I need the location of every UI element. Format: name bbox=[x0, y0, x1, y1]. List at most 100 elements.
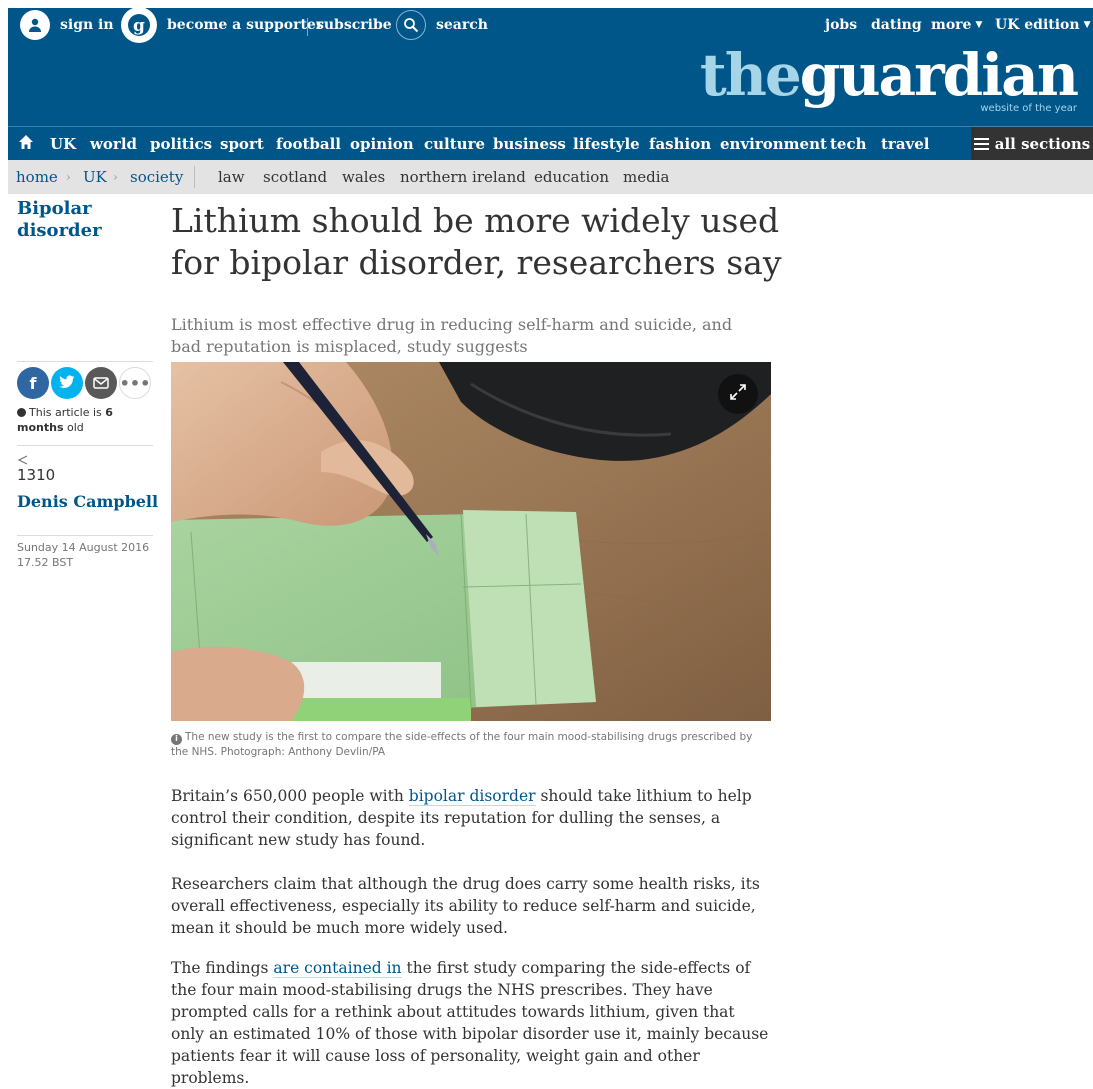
all-sections-label: all sections bbox=[994, 135, 1091, 153]
publication-date: Sunday 14 August 2016 17.52 BST bbox=[17, 540, 157, 570]
body-paragraph: Researchers claim that although the drug… bbox=[171, 873, 771, 939]
nav-item-football[interactable]: football bbox=[276, 127, 341, 161]
facebook-share-button[interactable]: f bbox=[17, 367, 49, 399]
search-link[interactable]: search bbox=[396, 8, 488, 42]
top-bar: sign in g become a supporter subscribe s… bbox=[8, 7, 1093, 43]
subnav-link-northern-ireland[interactable]: northern ireland bbox=[400, 160, 526, 194]
twitter-share-button[interactable] bbox=[51, 367, 83, 399]
breadcrumb-society[interactable]: society bbox=[130, 160, 183, 194]
nav-item-opinion[interactable]: opinion bbox=[350, 127, 414, 161]
jobs-link[interactable]: jobs bbox=[825, 8, 857, 42]
nav-item-tech[interactable]: tech bbox=[830, 127, 867, 161]
nav-item-business[interactable]: business bbox=[493, 127, 566, 161]
breadcrumb-uk[interactable]: UK bbox=[83, 160, 107, 194]
logo-tagline: website of the year bbox=[980, 103, 1077, 114]
divider bbox=[307, 18, 308, 36]
more-share-button[interactable]: ••• bbox=[119, 367, 151, 399]
divider bbox=[17, 361, 153, 362]
byline-author[interactable]: Denis Campbell bbox=[17, 492, 158, 511]
more-label: more bbox=[931, 17, 972, 33]
image-caption: i The new study is the first to compare t… bbox=[171, 730, 771, 759]
article-main-image bbox=[171, 362, 771, 721]
nav-item-uk[interactable]: UK bbox=[50, 127, 76, 161]
dating-label: dating bbox=[871, 17, 922, 33]
date: Sunday 14 August 2016 bbox=[17, 541, 150, 554]
nav-item-culture[interactable]: culture bbox=[424, 127, 485, 161]
age-suffix: old bbox=[63, 421, 84, 434]
nav-item-lifestyle[interactable]: lifestyle bbox=[573, 127, 640, 161]
subscribe-label: subscribe bbox=[316, 17, 392, 33]
chevron-right-icon: › bbox=[113, 170, 118, 184]
chevron-down-icon: ▼ bbox=[1083, 20, 1091, 30]
prescription-photo bbox=[171, 362, 771, 721]
info-icon: i bbox=[171, 733, 182, 745]
age-prefix: This article is bbox=[29, 406, 106, 419]
nav-item-fashion[interactable]: fashion bbox=[649, 127, 711, 161]
all-sections-button[interactable]: all sections bbox=[971, 127, 1093, 161]
nav-item-politics[interactable]: politics bbox=[150, 127, 212, 161]
article-headline: Lithium should be more widely used for b… bbox=[171, 201, 782, 282]
share-count: 1310 bbox=[17, 466, 56, 484]
edition-label: UK edition bbox=[995, 17, 1080, 33]
section-nav: UK world politics sport football opinion… bbox=[8, 126, 1093, 161]
nav-item-sport[interactable]: sport bbox=[220, 127, 264, 161]
guardian-logo[interactable]: theguardian bbox=[700, 46, 1079, 104]
subnav-link-media[interactable]: media bbox=[623, 160, 669, 194]
breadcrumb-home[interactable]: home bbox=[16, 160, 58, 194]
divider bbox=[194, 166, 195, 188]
clock-icon bbox=[17, 408, 26, 417]
search-icon bbox=[396, 10, 426, 40]
home-icon bbox=[18, 134, 34, 154]
article-standfirst: Lithium is most effective drug in reduci… bbox=[171, 315, 733, 356]
divider bbox=[17, 535, 153, 536]
body-paragraph: Britain’s 650,000 people with bipolar di… bbox=[171, 785, 771, 851]
svg-text:g: g bbox=[133, 16, 145, 36]
become-supporter-link[interactable]: g become a supporter bbox=[121, 7, 324, 43]
logo-the: the bbox=[699, 41, 802, 109]
expand-icon bbox=[729, 383, 747, 405]
series-label[interactable]: Bipolar disorder bbox=[17, 198, 147, 242]
user-icon bbox=[20, 10, 50, 40]
expand-image-button[interactable] bbox=[718, 374, 758, 414]
share-buttons: f ••• bbox=[17, 367, 151, 399]
time: 17.52 BST bbox=[17, 556, 74, 569]
subnav-link-law[interactable]: law bbox=[218, 160, 245, 194]
study-link[interactable]: are contained in bbox=[273, 959, 402, 978]
article-age: This article is 6 months old bbox=[17, 405, 157, 435]
jobs-label: jobs bbox=[825, 17, 858, 33]
dating-link[interactable]: dating bbox=[871, 8, 922, 42]
edition-menu[interactable]: UK edition ▼ bbox=[995, 8, 1091, 42]
email-share-button[interactable] bbox=[85, 367, 117, 399]
logo-guardian: guardian bbox=[799, 41, 1079, 109]
nav-item-travel[interactable]: travel bbox=[881, 127, 930, 161]
email-icon bbox=[93, 374, 109, 393]
subnav-link-education[interactable]: education bbox=[534, 160, 609, 194]
sub-nav: home › UK › society law scotland wales n… bbox=[8, 160, 1093, 194]
sign-in-label: sign in bbox=[60, 17, 114, 33]
paragraph-text: The findings bbox=[171, 959, 274, 977]
more-options-icon: ••• bbox=[119, 373, 151, 393]
body-paragraph: The findings are contained in the first … bbox=[171, 957, 771, 1089]
more-menu[interactable]: more ▼ bbox=[931, 8, 982, 42]
paragraph-text: the first study comparing the side-effec… bbox=[171, 959, 769, 1087]
subscribe-link[interactable]: subscribe bbox=[316, 8, 392, 42]
sign-in-link[interactable]: sign in bbox=[20, 8, 114, 42]
guardian-roundel-icon: g bbox=[121, 7, 157, 43]
paragraph-text: Britain’s 650,000 people with bbox=[171, 787, 409, 805]
search-label: search bbox=[436, 17, 488, 33]
home-nav-link[interactable] bbox=[18, 127, 34, 161]
chevron-right-icon: › bbox=[66, 170, 71, 184]
nav-item-environment[interactable]: environment bbox=[720, 127, 827, 161]
paragraph-text: Researchers claim that although the drug… bbox=[171, 875, 760, 937]
twitter-icon bbox=[59, 374, 75, 393]
divider bbox=[17, 445, 153, 446]
facebook-icon: f bbox=[29, 373, 37, 393]
bipolar-disorder-link[interactable]: bipolar disorder bbox=[408, 787, 536, 806]
become-supporter-label: become a supporter bbox=[167, 17, 324, 33]
menu-icon bbox=[973, 138, 989, 150]
subnav-link-wales[interactable]: wales bbox=[342, 160, 385, 194]
chevron-down-icon: ▼ bbox=[975, 20, 983, 30]
masthead: sign in g become a supporter subscribe s… bbox=[8, 7, 1093, 126]
nav-item-world[interactable]: world bbox=[90, 127, 137, 161]
subnav-link-scotland[interactable]: scotland bbox=[263, 160, 327, 194]
